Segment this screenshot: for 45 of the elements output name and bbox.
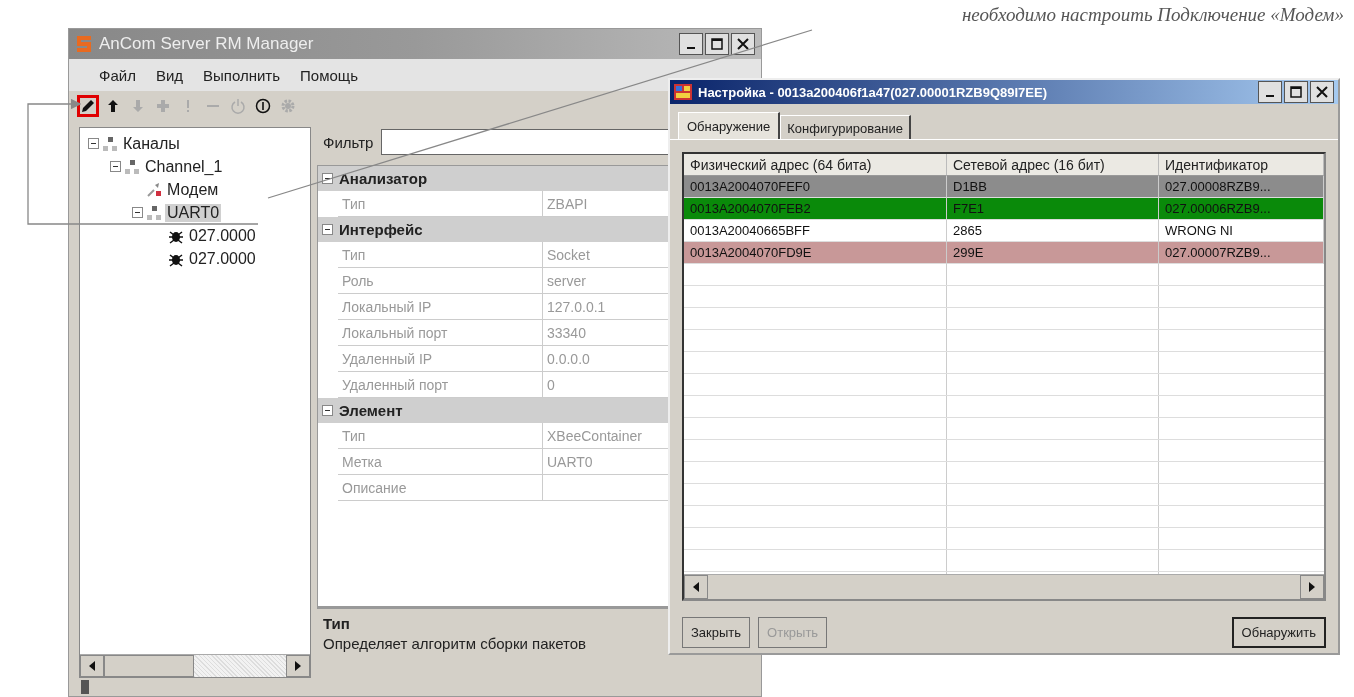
tree-item[interactable]: 027.0000 xyxy=(187,249,258,268)
table-cell: 027.00007RZB9... xyxy=(1159,242,1324,264)
menu-item[interactable]: Помощь xyxy=(300,66,358,84)
description-text: Определяет алгоритм сборки пакетов xyxy=(323,635,588,652)
table-cell: D1BB xyxy=(947,176,1159,198)
property-name: Тип xyxy=(338,191,543,216)
table-cell: 027.00008RZB9... xyxy=(1159,176,1324,198)
menu-item[interactable]: Вид xyxy=(155,66,184,84)
category-title: Интерфейс xyxy=(339,221,423,238)
property-name: Удаленный порт xyxy=(338,372,543,397)
property-name: Роль xyxy=(338,268,543,293)
property-name: Тип xyxy=(338,242,543,267)
column-header[interactable]: Сетевой адрес (16 бит) xyxy=(947,154,1159,176)
filter-label: Фильтр xyxy=(322,133,374,151)
table-cell: 299E xyxy=(947,242,1159,264)
table-cell: 0013A2004070FEB2 xyxy=(684,198,947,220)
tree-item[interactable]: Channel_1 xyxy=(143,157,225,176)
annotation-text: необходимо настроить Подключение «Модем» xyxy=(961,4,1344,26)
table-cell: F7E1 xyxy=(947,198,1159,220)
column-header[interactable]: Физический адрес (64 бита) xyxy=(684,154,947,176)
category-title: Элемент xyxy=(339,402,403,419)
tree-item[interactable]: Каналы xyxy=(121,134,182,153)
dialog-button[interactable]: Закрыть xyxy=(682,617,751,648)
dialog-title: Настройка - 0013a200406f1a47(027.00001RZB9Q89I7EE) xyxy=(698,84,1048,100)
dialog-button[interactable]: Обнаружить xyxy=(1231,617,1326,648)
window-title: AnCom Server RM Manager xyxy=(99,34,315,54)
property-name: Тип xyxy=(338,423,543,448)
property-name: Локальный IP xyxy=(338,294,543,319)
property-name: Метка xyxy=(338,449,543,474)
menu-item[interactable]: Файл xyxy=(99,66,136,84)
menu-item[interactable]: Выполнить xyxy=(203,66,281,84)
table-cell: 0013A2004070FEF0 xyxy=(684,176,947,198)
property-name: Удаленный IP xyxy=(338,346,543,371)
tab[interactable]: Обнаружение xyxy=(678,112,781,139)
category-title: Анализатор xyxy=(339,170,428,187)
property-name: Локальный порт xyxy=(338,320,543,345)
tree-item[interactable]: 027.0000 xyxy=(187,226,258,245)
tab[interactable]: Конфигурирование xyxy=(780,115,911,139)
table-cell: 027.00006RZB9... xyxy=(1159,198,1324,220)
property-name: Описание xyxy=(338,475,543,500)
column-header[interactable]: Идентификатор xyxy=(1159,154,1324,176)
tree-item[interactable]: Модем xyxy=(165,180,221,199)
description-title: Тип xyxy=(323,615,351,632)
table-cell: 0013A2004070FD9E xyxy=(684,242,947,264)
tree-item[interactable]: UART0 xyxy=(165,203,222,222)
